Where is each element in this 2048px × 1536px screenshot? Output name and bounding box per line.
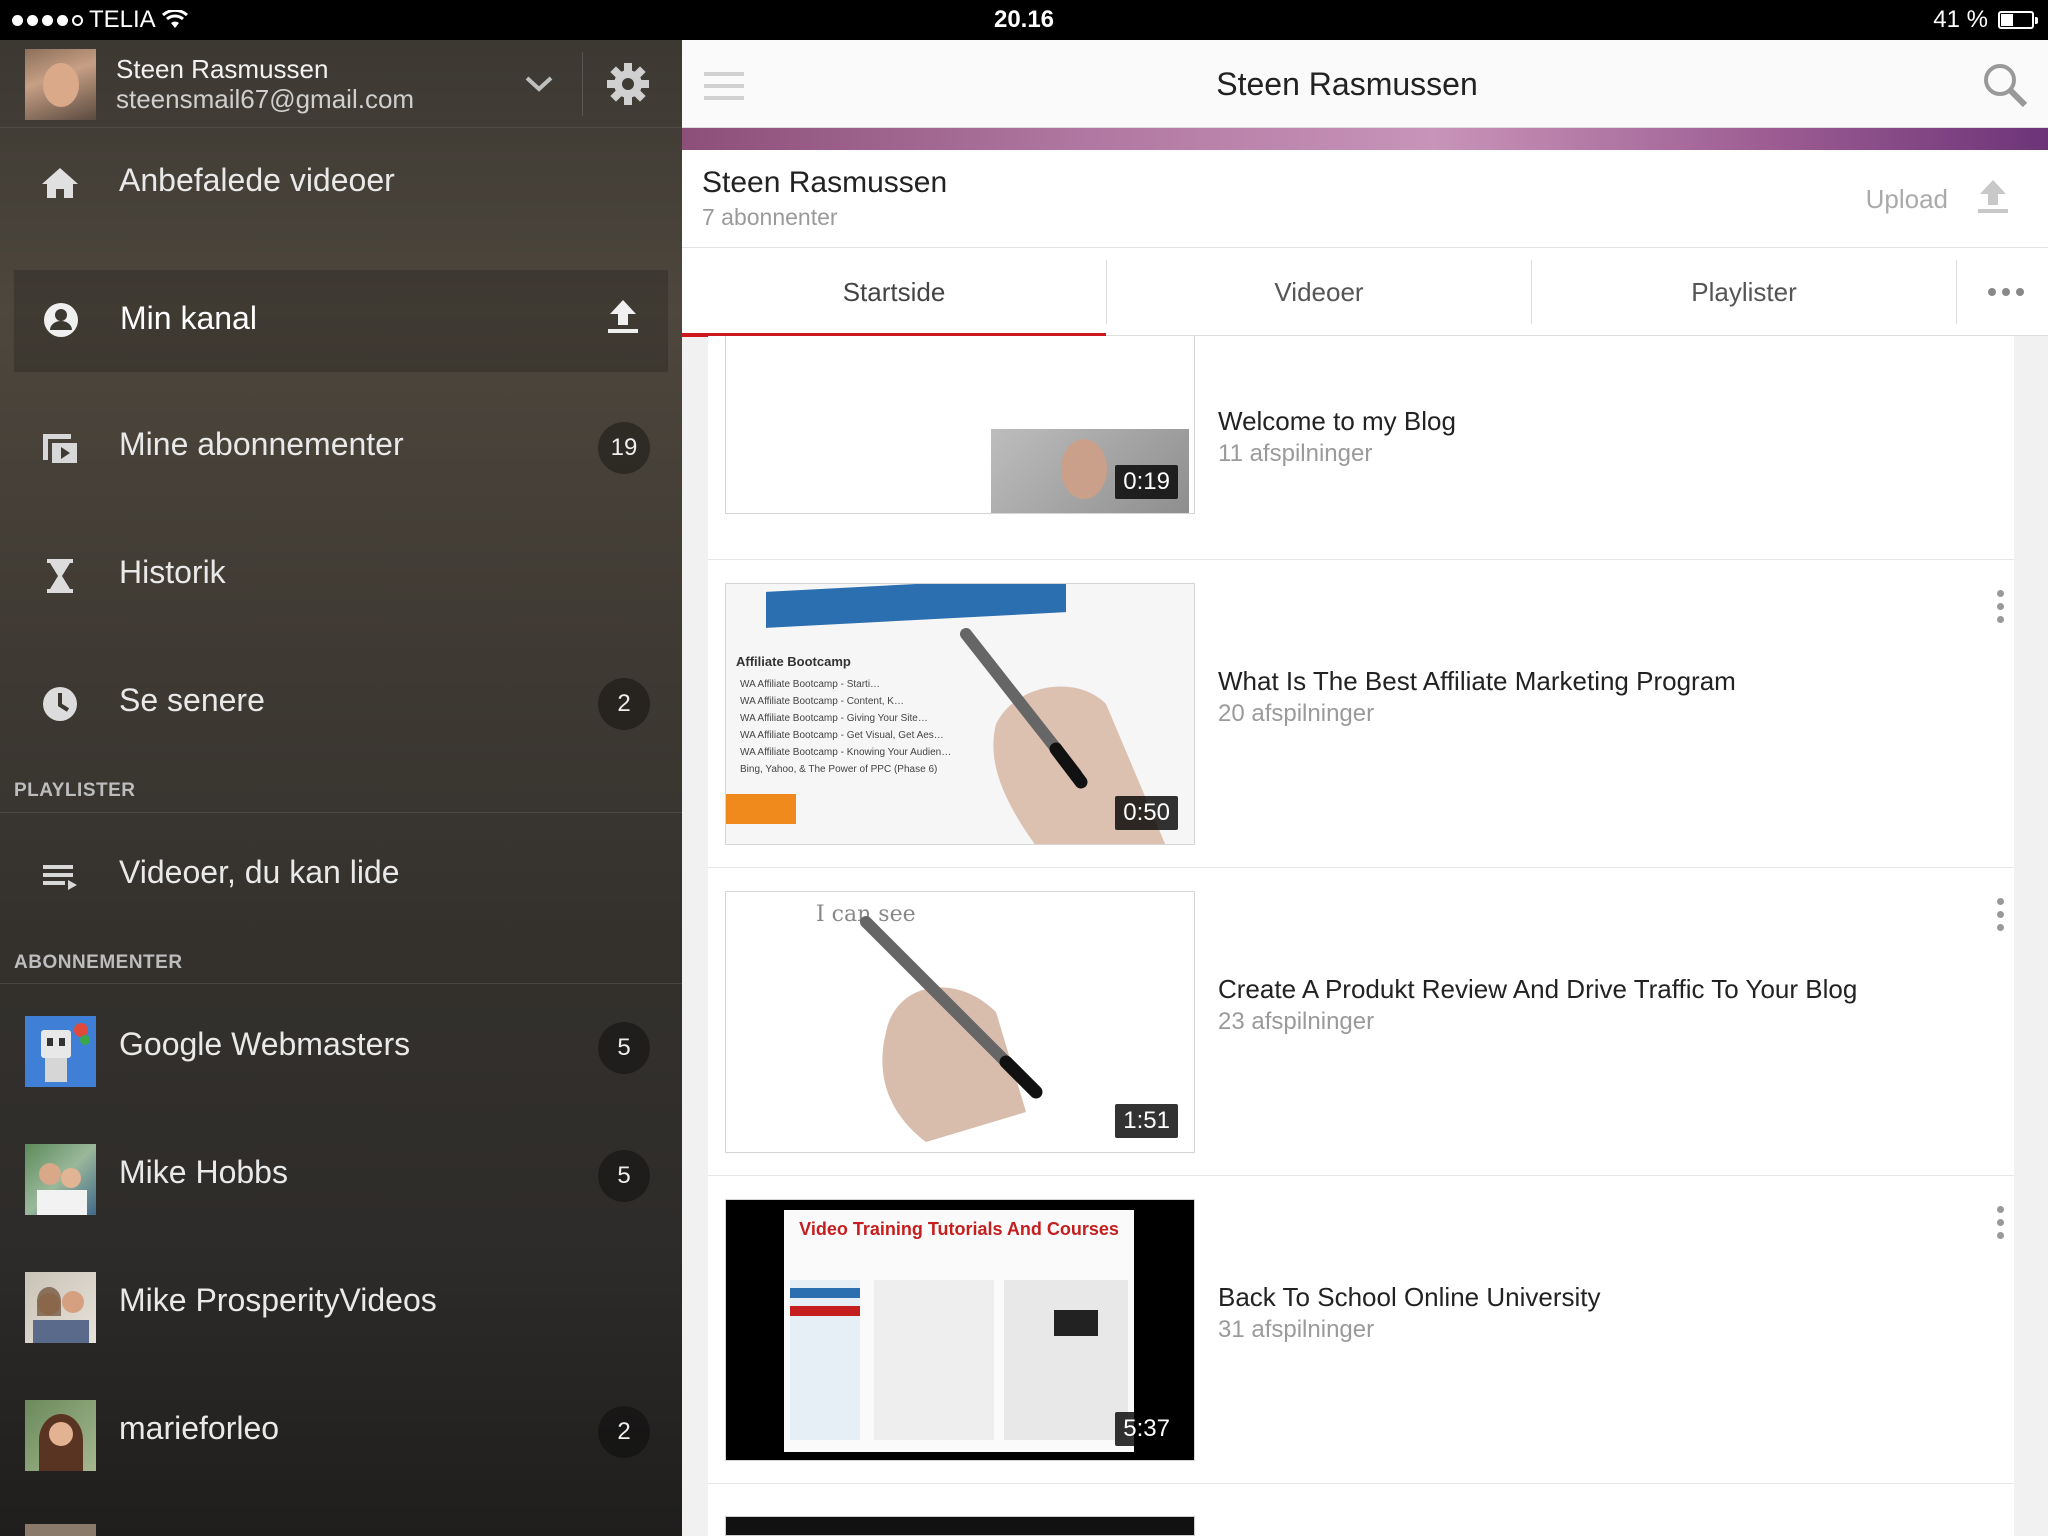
thumbnail-heading: Video Training Tutorials And Courses xyxy=(799,1219,1119,1239)
video-options-icon[interactable] xyxy=(1997,1206,2004,1239)
video-title[interactable]: What Is The Best Affiliate Marketing Pro… xyxy=(1218,666,1736,697)
thumbnail-lines: WA Affiliate Bootcamp - Starti… WA Affil… xyxy=(740,679,952,775)
next-subscription-avatar xyxy=(25,1524,96,1536)
subscriptions-count-badge: 19 xyxy=(598,422,650,474)
next-video-thumbnail[interactable] xyxy=(725,1516,1195,1536)
nav-subscriptions-label: Mine abonnementer xyxy=(119,426,404,462)
video-options-icon[interactable] xyxy=(1997,590,2004,623)
video-options-icon[interactable] xyxy=(1997,898,2004,931)
channel-header: Steen Rasmussen 7 abonnenter Upload xyxy=(682,150,2048,248)
nav-watch-later[interactable]: Se senere 2 xyxy=(0,648,682,752)
top-bar: Steen Rasmussen xyxy=(682,40,2048,128)
video-thumbnail[interactable]: Affiliate Bootcamp WA Affiliate Bootcamp… xyxy=(725,583,1195,845)
tab-home[interactable]: Startside xyxy=(682,248,1106,337)
channel-banner xyxy=(682,128,2048,150)
google-webmasters-avatar xyxy=(25,1016,96,1087)
upload-icon[interactable] xyxy=(606,298,640,334)
battery-info: 41 % xyxy=(1933,6,2038,34)
video-views: 11 afspilninger xyxy=(1218,440,1373,467)
account-avatar xyxy=(25,49,96,120)
account-email: steensmail67@gmail.com xyxy=(116,84,415,114)
subscriber-count: 7 abonnenter xyxy=(702,204,838,230)
subscriptions-section-header: ABONNEMENTER xyxy=(14,952,183,973)
playlists-section-header: PLAYLISTER xyxy=(14,780,136,801)
video-duration: 5:37 xyxy=(1115,1412,1178,1446)
video-views: 20 afspilninger xyxy=(1218,700,1375,727)
subscription-mike-prosperityvideos[interactable]: Mike ProsperityVideos xyxy=(0,1248,682,1352)
video-duration: 0:19 xyxy=(1115,465,1178,499)
nav-my-channel[interactable]: Min kanal xyxy=(13,269,669,373)
mike-hobbs-avatar xyxy=(25,1144,96,1215)
home-icon xyxy=(42,168,78,198)
search-icon[interactable] xyxy=(1980,60,2030,110)
clock-icon xyxy=(43,687,77,721)
video-item[interactable]: Video Training Tutorials And Courses 5:3… xyxy=(708,1176,2014,1484)
playlist-liked-videos[interactable]: Videoer, du kan lide xyxy=(0,820,682,924)
nav-my-channel-label: Min kanal xyxy=(120,300,257,336)
video-item[interactable]: Affiliate Bootcamp WA Affiliate Bootcamp… xyxy=(708,560,2014,868)
video-thumbnail[interactable]: Video Training Tutorials And Courses 5:3… xyxy=(725,1199,1195,1461)
subscription-count-badge: 5 xyxy=(598,1022,650,1074)
subscription-label: Google Webmasters xyxy=(119,1026,411,1062)
thumbnail-heading: Affiliate Bootcamp xyxy=(736,654,851,669)
tab-videos[interactable]: Videoer xyxy=(1107,248,1531,336)
playlist-icon xyxy=(43,865,77,890)
subscription-count-badge: 2 xyxy=(598,1406,650,1458)
playlist-liked-videos-label: Videoer, du kan lide xyxy=(119,854,400,890)
subscriptions-icon xyxy=(43,434,77,463)
clock: 20.16 xyxy=(993,6,1055,33)
upload-button[interactable]: Upload xyxy=(1866,184,1948,215)
account-header[interactable]: Steen Rasmussen steensmail67@gmail.com xyxy=(0,40,682,128)
sidebar: Steen Rasmussen steensmail67@gmail.com A… xyxy=(0,40,682,1536)
video-item[interactable]: I can see 1:51 Create A Produkt Review A… xyxy=(708,868,2014,1176)
subscription-count-badge: 5 xyxy=(598,1150,650,1202)
account-name: Steen Rasmussen xyxy=(116,54,329,84)
chevron-down-icon[interactable] xyxy=(523,74,555,94)
video-title[interactable]: Create A Produkt Review And Drive Traffi… xyxy=(1218,974,1857,1005)
video-thumbnail[interactable]: I can see 1:51 xyxy=(725,891,1195,1153)
upload-icon[interactable] xyxy=(1976,178,2010,214)
hourglass-icon xyxy=(47,559,73,593)
marieforleo-avatar xyxy=(25,1400,96,1471)
channel-tabs: Startside Videoer Playlister xyxy=(682,248,2048,337)
mike-prosperityvideos-avatar xyxy=(25,1272,96,1343)
video-feed: 0:19 Welcome to my Blog 11 afspilninger … xyxy=(708,336,2014,1536)
gear-icon[interactable] xyxy=(606,62,650,106)
subscription-label: Mike Hobbs xyxy=(119,1154,288,1190)
subscription-marieforleo[interactable]: marieforleo 2 xyxy=(0,1376,682,1480)
video-thumbnail[interactable]: 0:19 xyxy=(725,336,1195,514)
video-views: 23 afspilninger xyxy=(1218,1008,1375,1035)
main-content: Steen Rasmussen Steen Rasmussen 7 abonne… xyxy=(682,40,2048,1536)
subscription-label: Mike ProsperityVideos xyxy=(119,1282,437,1318)
watch-later-count-badge: 2 xyxy=(598,678,650,730)
tab-playlists[interactable]: Playlister xyxy=(1532,248,1956,336)
subscription-mike-hobbs[interactable]: Mike Hobbs 5 xyxy=(0,1120,682,1224)
more-tabs-icon[interactable] xyxy=(1988,288,2024,296)
video-title[interactable]: Back To School Online University xyxy=(1218,1282,1600,1313)
nav-watch-later-label: Se senere xyxy=(119,682,265,718)
nav-subscriptions[interactable]: Mine abonnementer 19 xyxy=(0,392,682,496)
video-duration: 0:50 xyxy=(1115,796,1178,830)
video-duration: 1:51 xyxy=(1115,1104,1178,1138)
status-bar: TELIA 20.16 41 % xyxy=(0,0,2048,40)
video-title[interactable]: Welcome to my Blog xyxy=(1218,406,1456,437)
channel-name: Steen Rasmussen xyxy=(702,166,948,199)
nav-history[interactable]: Historik xyxy=(0,520,682,624)
subscription-label: marieforleo xyxy=(119,1410,280,1446)
video-views: 31 afspilninger xyxy=(1218,1316,1375,1343)
person-icon xyxy=(44,303,78,337)
battery-percentage: 41 % xyxy=(1933,6,1988,33)
nav-recommended[interactable]: Anbefalede videoer xyxy=(0,128,682,232)
nav-recommended-label: Anbefalede videoer xyxy=(119,162,395,198)
subscription-google-webmasters[interactable]: Google Webmasters 5 xyxy=(0,992,682,1096)
nav-history-label: Historik xyxy=(119,554,226,590)
battery-icon xyxy=(1998,11,2038,29)
page-title: Steen Rasmussen xyxy=(1216,66,1478,102)
video-item[interactable]: 0:19 Welcome to my Blog 11 afspilninger xyxy=(708,336,2014,560)
